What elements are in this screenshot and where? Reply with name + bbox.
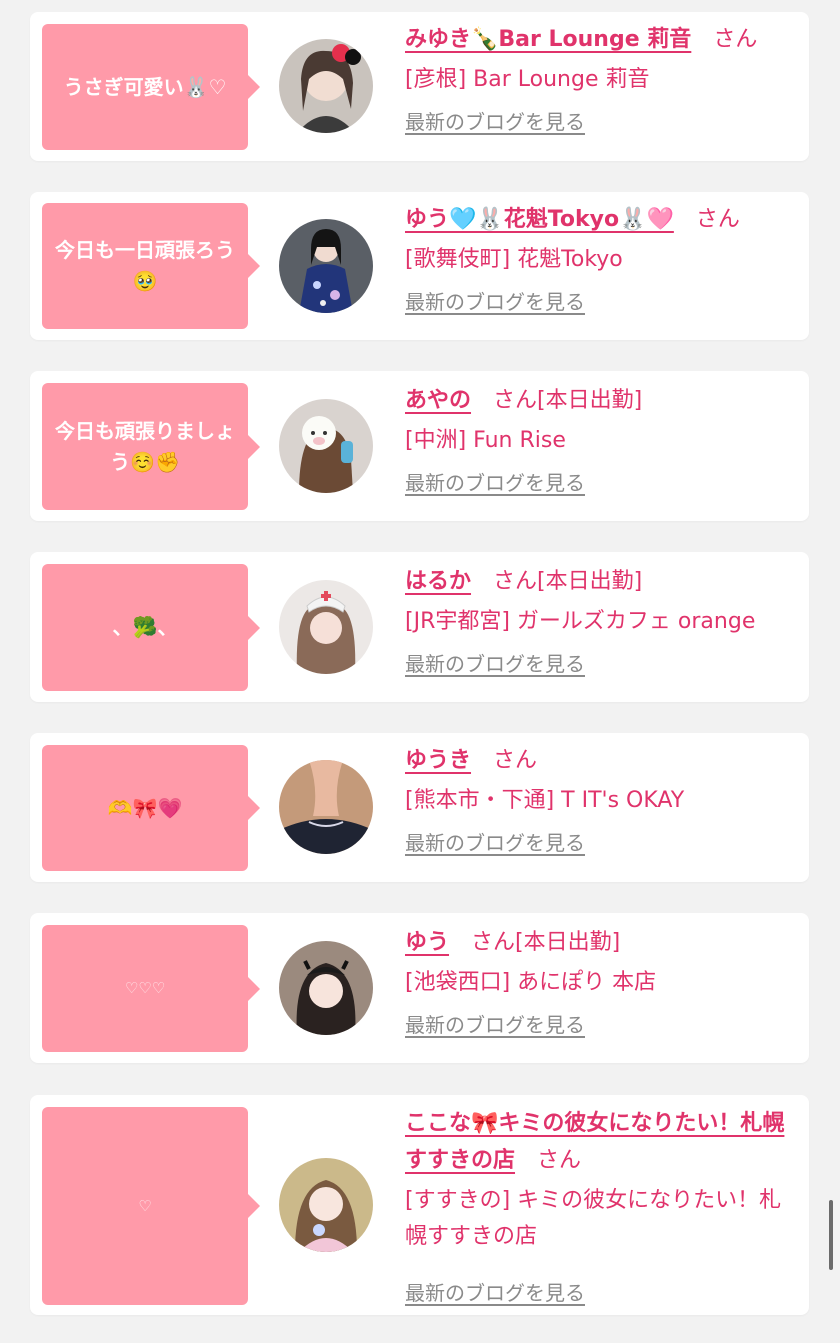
shop-name: [熊本市・下通] T IT's OKAY [405,788,685,813]
shop-name: [中洲] Fun Rise [405,428,566,453]
girl-name-link[interactable]: みゆき🍾Bar Lounge 莉音 [405,27,691,52]
avatar[interactable] [279,219,373,313]
girl-name-link[interactable]: ゆう🩵🐰花魁Tokyo🐰🩷 [405,207,674,232]
message-bubble: ♡♡♡ [42,925,260,1052]
shop-name: [歌舞伎町] 花魁Tokyo [405,247,623,272]
girl-info: あやの さん[本日出勤] [中洲] Fun Rise 最新のブログを見る [405,383,795,496]
honorific: さん [493,569,538,594]
shop-name: [すすきの] キミの彼女になりたい！札幌すすきの店 [405,1188,782,1249]
avatar[interactable] [279,760,373,854]
avatar[interactable] [279,580,373,674]
message-bubble: 🫶🎀💗 [42,745,260,871]
shop-name: [池袋西口] あにぽり 本店 [405,970,657,995]
message-bubble: ♡ [42,1107,260,1305]
list-item: うさぎ可愛い🐰♡ みゆき🍾Bar Lounge 莉音 さん [彦根] Bar Lo… [30,12,809,161]
latest-blog-link[interactable]: 最新のブログを見る [405,467,585,496]
name-line: ゆう さん[本日出勤] [405,925,795,961]
list-item: 、🥦、 はるか さん[本日出勤] [JR宇都宮] ガールズカフェ orange 最… [30,552,809,702]
list-item: ♡♡♡ ゆう さん[本日出勤] [池袋西口] あにぽり 本店 最新のブログを見る [30,913,809,1063]
name-line: ここな🎀キミの彼女になりたい！札幌すすきの店 さん [405,1105,795,1179]
message-bubble: 今日も頑張りましょう☺️✊ [42,383,260,510]
name-line: ゆうき さん [405,743,795,779]
status-badge: [本日出勤] [515,930,621,955]
shop-name: [彦根] Bar Lounge 莉音 [405,67,650,92]
honorific: さん [471,930,516,955]
message-bubble: うさぎ可愛い🐰♡ [42,24,260,150]
honorific: さん [713,27,758,52]
list-item: 今日も一日頑張ろう🥹 ゆう🩵🐰花魁Tokyo🐰🩷 さん [歌舞伎町] 花魁Toky… [30,192,809,340]
shop-name: [JR宇都宮] ガールズカフェ orange [405,609,756,634]
latest-blog-link[interactable]: 最新のブログを見る [405,106,585,135]
name-line: ゆう🩵🐰花魁Tokyo🐰🩷 さん [405,202,795,238]
list-item: 🫶🎀💗 ゆうき さん [熊本市・下通] T IT's OKAY 最新のブログを見る [30,733,809,882]
girl-info: ゆう さん[本日出勤] [池袋西口] あにぽり 本店 最新のブログを見る [405,925,795,1038]
honorific: さん [493,388,538,413]
avatar[interactable] [279,1158,373,1252]
girl-info: みゆき🍾Bar Lounge 莉音 さん [彦根] Bar Lounge 莉音 最… [405,22,795,135]
honorific: さん [537,1148,582,1173]
girl-info: ゆうき さん [熊本市・下通] T IT's OKAY 最新のブログを見る [405,743,795,856]
avatar[interactable] [279,399,373,493]
latest-blog-link[interactable]: 最新のブログを見る [405,827,585,856]
list-item: 今日も頑張りましょう☺️✊ あやの さん[本日出勤] [中洲] Fun Rise … [30,371,809,521]
girl-name-link[interactable]: あやの [405,388,471,413]
message-bubble: 、🥦、 [42,564,260,691]
honorific: さん [695,207,740,232]
latest-blog-link[interactable]: 最新のブログを見る [405,1009,585,1038]
name-line: あやの さん[本日出勤] [405,383,795,419]
latest-blog-link[interactable]: 最新のブログを見る [405,286,585,315]
girl-name-link[interactable]: ゆうき [405,748,471,773]
scrollbar[interactable] [829,1200,833,1270]
girl-info: ここな🎀キミの彼女になりたい！札幌すすきの店 さん [すすきの] キミの彼女になり… [405,1105,795,1306]
list-item: ♡ ここな🎀キミの彼女になりたい！札幌すすきの店 さん [すすきの] キミの彼女に… [30,1095,809,1315]
avatar[interactable] [279,941,373,1035]
honorific: さん [493,748,538,773]
latest-blog-link[interactable]: 最新のブログを見る [405,1277,585,1306]
girl-info: ゆう🩵🐰花魁Tokyo🐰🩷 さん [歌舞伎町] 花魁Tokyo 最新のブログを見る [405,202,795,315]
avatar[interactable] [279,39,373,133]
name-line: はるか さん[本日出勤] [405,564,795,600]
girl-name-link[interactable]: ゆう [405,930,449,955]
diary-message-list: うさぎ可愛い🐰♡ みゆき🍾Bar Lounge 莉音 さん [彦根] Bar Lo… [0,0,840,1343]
girl-name-link[interactable]: ここな🎀キミの彼女になりたい！札幌すすきの店 [405,1111,784,1173]
girl-name-link[interactable]: はるか [405,569,471,594]
message-bubble: 今日も一日頑張ろう🥹 [42,203,260,329]
latest-blog-link[interactable]: 最新のブログを見る [405,648,585,677]
name-line: みゆき🍾Bar Lounge 莉音 さん [405,22,795,58]
status-badge: [本日出勤] [537,569,643,594]
status-badge: [本日出勤] [537,388,643,413]
girl-info: はるか さん[本日出勤] [JR宇都宮] ガールズカフェ orange 最新のブロ… [405,564,795,677]
